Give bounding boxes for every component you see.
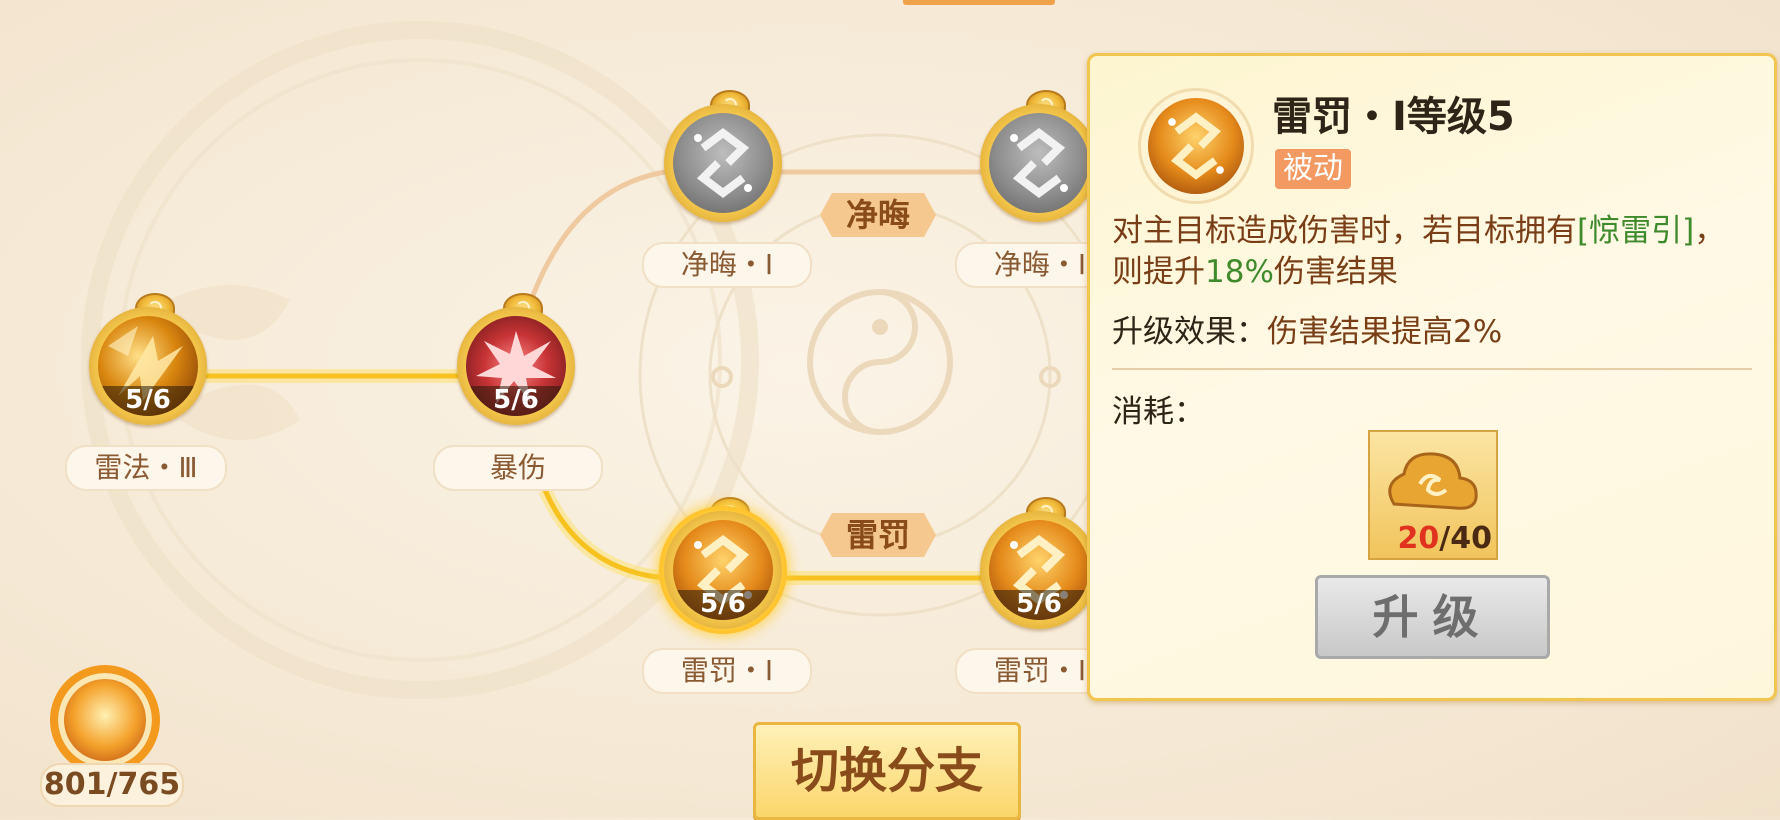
skill-node-label: 净晦・Ⅰ <box>642 242 812 288</box>
thunder-rune-icon <box>1148 98 1244 194</box>
fire-rune-icon: 5/6 <box>98 316 198 416</box>
passive-badge: 被动 <box>1275 149 1351 189</box>
divider <box>1112 368 1752 370</box>
skill-title: 雷罚・Ⅰ等级5 <box>1272 94 1515 140</box>
flame-orb-icon <box>50 665 160 775</box>
skill-node-label: 暴伤 <box>433 445 603 491</box>
cost-quantity: 20/40 <box>1397 521 1492 556</box>
upgrade-effect: 升级效果：伤害结果提高2% <box>1112 314 1503 350</box>
skill-node-label: 雷法・Ⅲ <box>65 445 227 491</box>
value-highlight: 18% <box>1205 254 1274 290</box>
skill-node-leifa-pun-1[interactable]: 5/6 <box>662 497 792 647</box>
skill-node-leifa-3[interactable]: 5/6 <box>87 293 217 443</box>
resource-value: 801/765 <box>40 763 184 807</box>
thunder-rune-icon: 5/6 <box>989 520 1089 620</box>
skill-node-label: 雷罚・Ⅰ <box>642 648 812 694</box>
cost-item-slot[interactable]: 20/40 <box>1368 430 1498 560</box>
critical-burst-icon: 5/6 <box>466 316 566 416</box>
gray-rune-icon <box>673 113 773 213</box>
skill-icon-frame <box>1138 88 1254 204</box>
skill-node-jinghui-1[interactable] <box>662 90 792 240</box>
thunder-rune-icon: 5/6 <box>673 520 773 620</box>
skill-description: 对主目标造成伤害时，若目标拥有[惊雷引]，则提升18%伤害结果 <box>1112 213 1726 290</box>
branch-tag-leifa: 雷罚 <box>820 513 936 557</box>
golden-cloud-icon <box>1388 452 1478 510</box>
resource-counter: 801/765 <box>40 660 190 810</box>
cost-label: 消耗： <box>1112 394 1205 430</box>
upgrade-button[interactable]: 升级 <box>1315 575 1550 659</box>
switch-branch-button[interactable]: 切换分支 <box>753 722 1021 820</box>
skill-node-baoshang[interactable]: 5/6 <box>455 293 585 443</box>
keyword-highlight: [惊雷引] <box>1577 213 1695 249</box>
gray-rune-icon <box>989 113 1089 213</box>
skill-detail-panel: 雷罚・Ⅰ等级5 被动 对主目标造成伤害时，若目标拥有[惊雷引]，则提升18%伤害… <box>1087 53 1777 701</box>
branch-tag-jinghui: 净晦 <box>820 193 936 237</box>
